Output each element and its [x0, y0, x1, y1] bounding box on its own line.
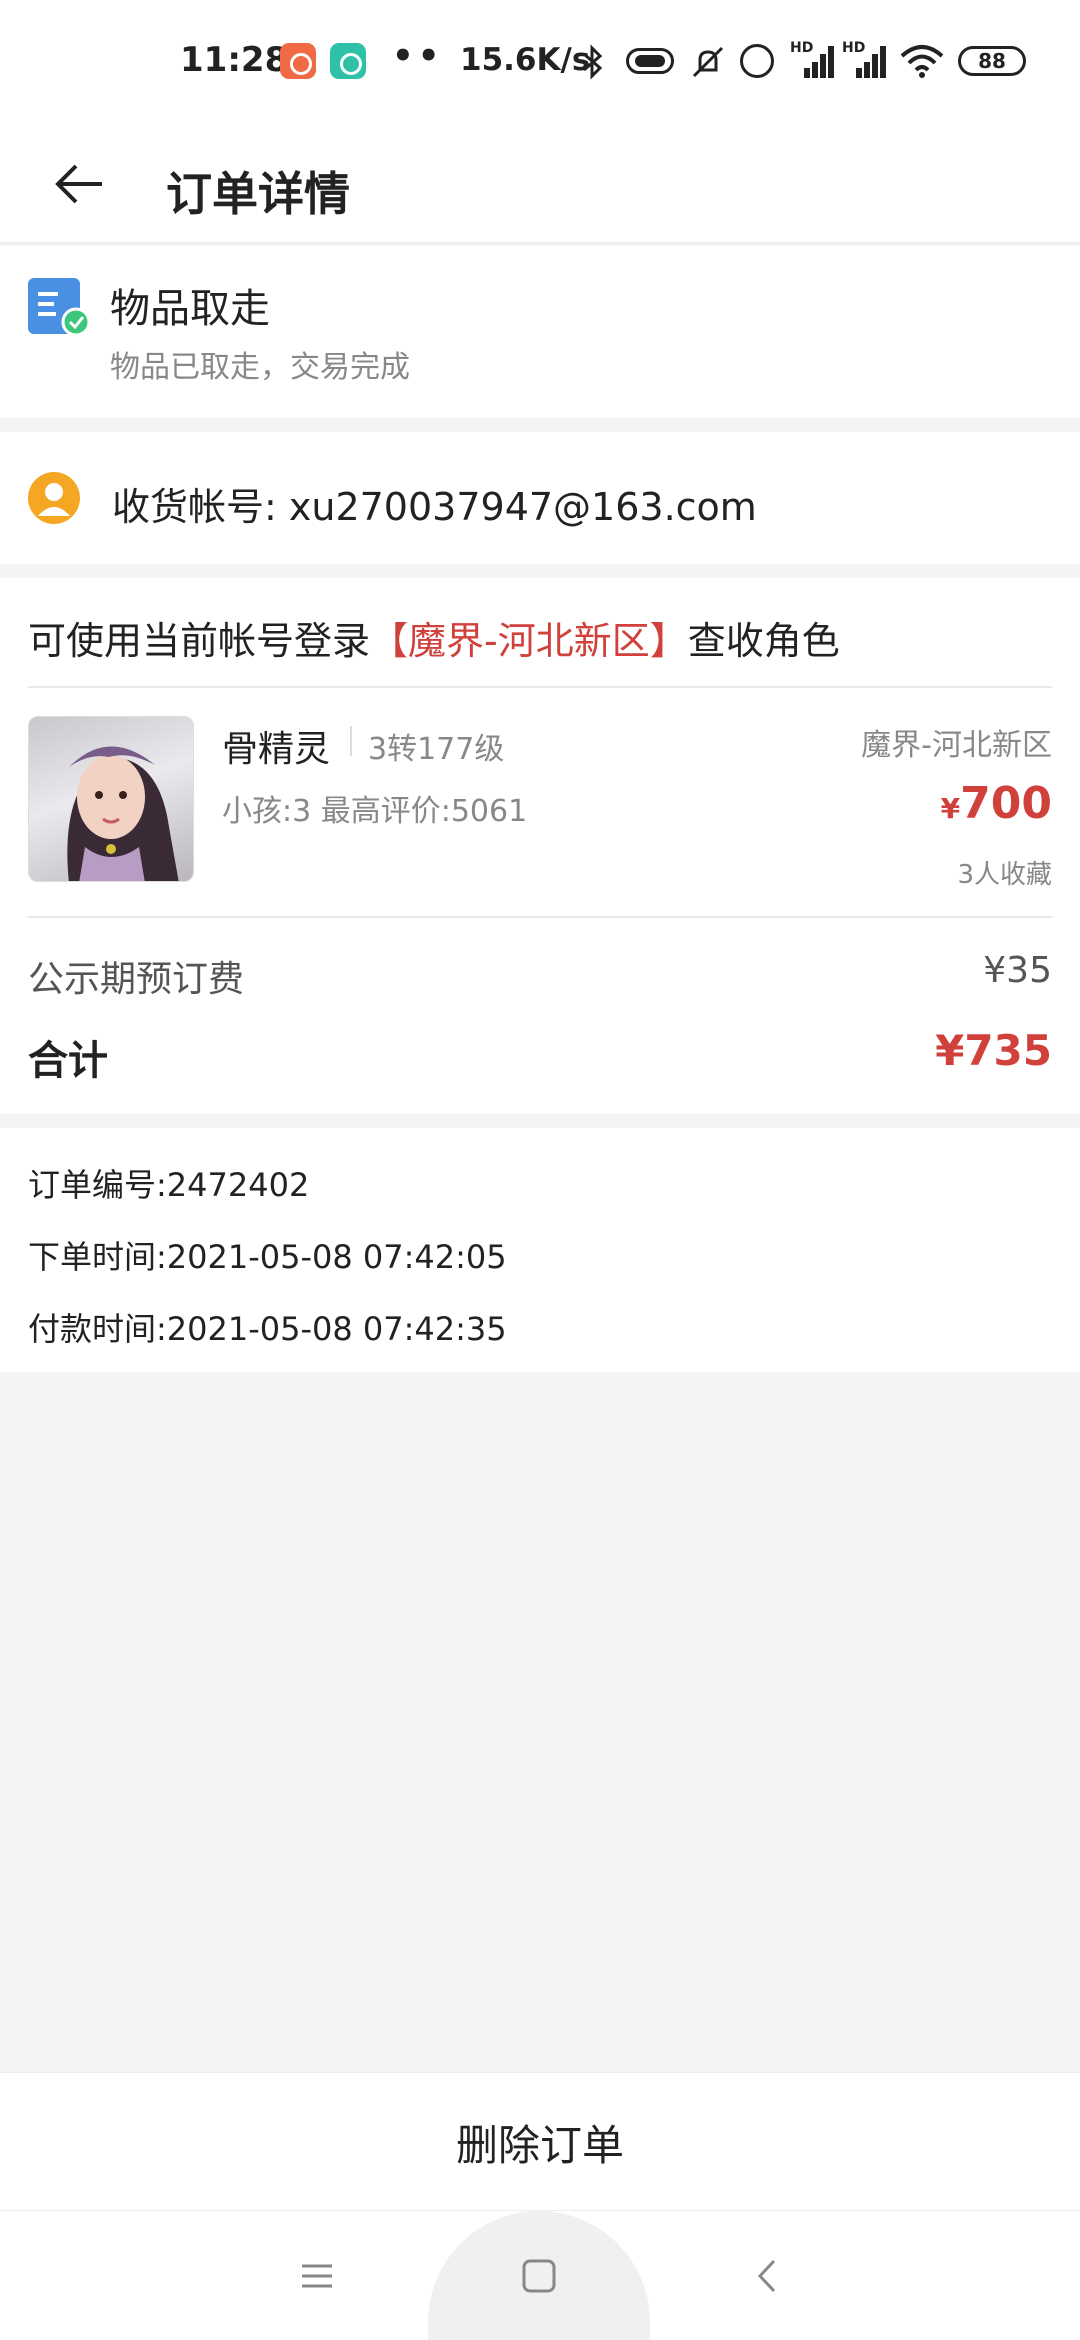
arrow-left-icon: [55, 164, 102, 204]
home-button[interactable]: [504, 2241, 574, 2311]
order-number: 订单编号:2472402: [28, 1166, 310, 1204]
price-value: 700: [960, 778, 1052, 829]
server-name: 魔界-河北新区: [861, 728, 1052, 763]
wifi-icon: [900, 44, 944, 78]
alarm-icon: [740, 44, 774, 78]
network-speed: 15.6K/s: [460, 42, 591, 78]
fee-value: ¥35: [983, 950, 1052, 991]
order-detail-page: 11:28 •• 15.6K/s HD HD 88 订单详情 物品取走 物品已取…: [0, 0, 1080, 2340]
divider: [28, 686, 1052, 688]
bluetooth-icon: [580, 44, 606, 88]
login-tip-suffix: 查收角色: [687, 619, 840, 663]
character-name: 骨精灵: [222, 729, 331, 770]
bottom-action-bar: 删除订单: [0, 2072, 1080, 2210]
login-tip-server: 【魔界-河北新区】: [370, 619, 688, 663]
order-time: 下单时间:2021-05-08 07:42:05: [28, 1238, 507, 1276]
square-icon: [522, 2259, 556, 2293]
divider: [28, 916, 1052, 918]
total-value: ¥735: [935, 1026, 1052, 1075]
status-subtitle: 物品已取走，交易完成: [110, 350, 410, 385]
character-meta: 小孩:3 最高评价:5061: [222, 794, 528, 829]
menu-icon: [302, 2264, 332, 2288]
account-section: 收货帐号: xu270037947@163.com: [0, 432, 1080, 564]
user-avatar-icon: [28, 472, 80, 524]
system-nav-bar: [0, 2210, 1080, 2340]
status-title: 物品取走: [110, 286, 270, 332]
more-notifications-icon: ••: [392, 36, 444, 76]
netease-music-icon: [280, 43, 316, 79]
fee-label: 公示期预订费: [28, 959, 245, 1000]
hd-label: HD: [842, 40, 866, 56]
price-symbol: ¥: [940, 792, 961, 825]
total-label: 合计: [28, 1038, 108, 1084]
signal-1-icon: HD: [790, 40, 834, 78]
order-status-section: 物品取走 物品已取走，交易完成: [0, 246, 1080, 418]
app-header: 订单详情: [0, 122, 1080, 244]
order-complete-icon: [26, 276, 92, 342]
vibrate-icon: [626, 48, 674, 74]
favorites-count: 3人收藏: [957, 860, 1052, 890]
login-tip: 可使用当前帐号登录【魔界-河北新区】查收角色: [28, 610, 840, 665]
chevron-left-icon: [757, 2259, 776, 2293]
mute-icon: [690, 44, 726, 88]
back-nav-button[interactable]: [732, 2241, 802, 2311]
back-button[interactable]: [40, 144, 120, 224]
hd-label: HD: [790, 40, 814, 56]
login-tip-prefix: 可使用当前帐号登录: [28, 619, 371, 663]
separator: [350, 726, 352, 756]
product-section: 可使用当前帐号登录【魔界-河北新区】查收角色 骨精灵 3转177级 小孩:3 最…: [0, 578, 1080, 1114]
delete-order-button[interactable]: 删除订单: [0, 2073, 1080, 2211]
signal-2-icon: HD: [842, 40, 886, 78]
character-level: 3转177级: [368, 732, 505, 767]
status-bar: 11:28 •• 15.6K/s HD HD 88: [0, 0, 1080, 122]
security-app-icon: [330, 43, 366, 79]
status-time: 11:28: [180, 40, 289, 80]
character-thumbnail[interactable]: [28, 716, 194, 882]
payment-time: 付款时间:2021-05-08 07:42:35: [28, 1310, 507, 1348]
product-price: ¥700: [941, 778, 1052, 829]
order-info-section: 订单编号:2472402 下单时间:2021-05-08 07:42:05 付款…: [0, 1128, 1080, 1372]
battery-indicator: 88: [958, 46, 1026, 76]
receiving-account: 收货帐号: xu270037947@163.com: [112, 485, 757, 529]
page-title: 订单详情: [166, 167, 350, 221]
recents-button[interactable]: [282, 2241, 352, 2311]
